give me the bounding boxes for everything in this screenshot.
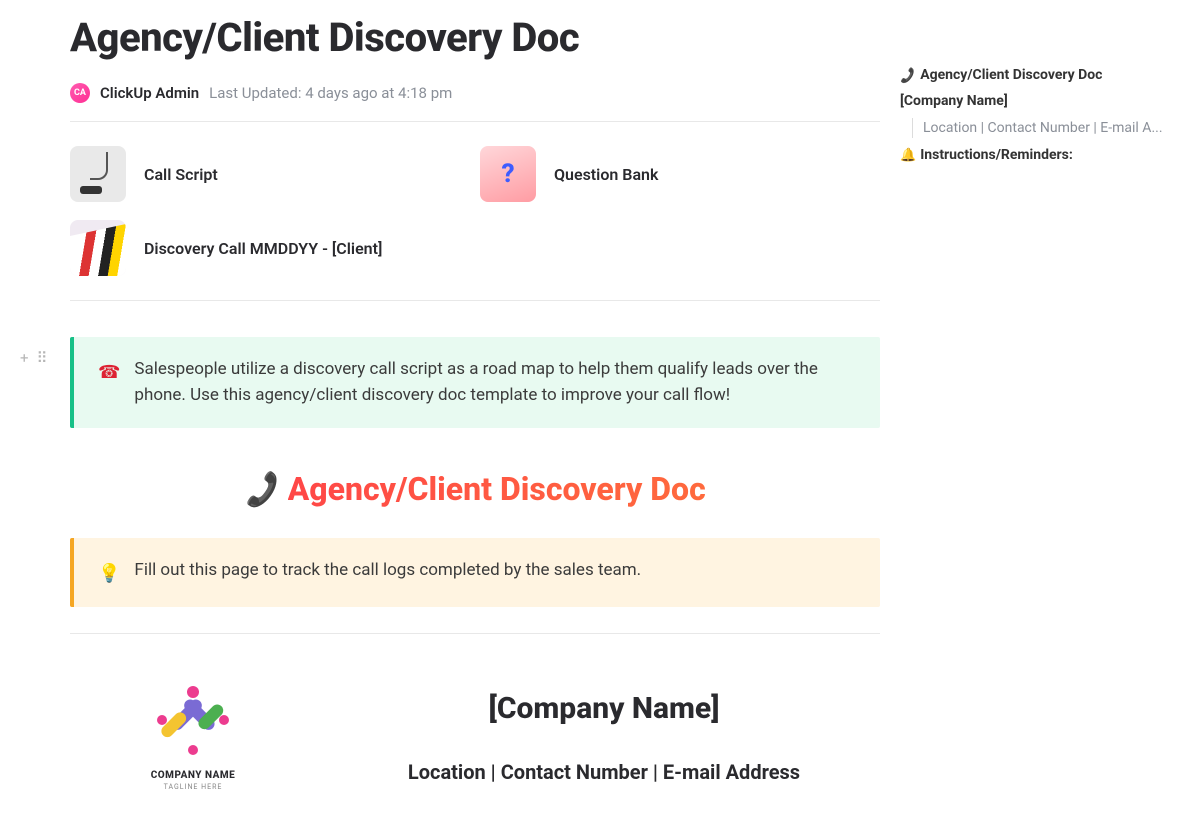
doc-heading-text: Agency/Client Discovery Doc — [288, 470, 706, 508]
bell-icon: 🔔 — [900, 148, 916, 163]
author-avatar[interactable]: CA — [70, 83, 90, 103]
divider — [70, 300, 880, 301]
drag-handle[interactable]: ⠿ — [37, 349, 48, 367]
toc-item-doc[interactable]: 📞 Agency/Client Discovery Doc — [900, 62, 1170, 88]
toc-subitem-contact[interactable]: Location | Contact Number | E-mail A... — [912, 118, 1170, 138]
card-label: Discovery Call MMDDYY - [Client] — [144, 239, 382, 258]
card-thumb — [70, 220, 126, 276]
callout-text: Salespeople utilize a discovery call scr… — [134, 357, 856, 408]
phone-icon: 📞 — [242, 468, 283, 511]
subpage-cards: Call Script ? Question Bank Discovery Ca… — [70, 146, 880, 276]
logo-mark-icon — [148, 684, 238, 764]
card-label: Call Script — [144, 165, 218, 184]
page-title: Agency/Client Discovery Doc — [70, 14, 880, 61]
toc-label: [Company Name] — [900, 93, 1008, 109]
company-contact-line[interactable]: Location | Contact Number | E-mail Addre… — [328, 760, 880, 784]
callout-green[interactable]: ☎ Salespeople utilize a discovery call s… — [70, 337, 880, 428]
card-thumb: ? — [480, 146, 536, 202]
phone-icon: 📞 — [899, 66, 917, 85]
last-updated-label: Last Updated: — [209, 84, 301, 102]
doc-heading[interactable]: 📞 Agency/Client Discovery Doc — [70, 470, 880, 508]
last-updated-value: 4 days ago at 4:18 pm — [301, 84, 452, 102]
lightbulb-icon: 💡 — [98, 560, 120, 587]
block-gutter: + ⠿ — [20, 349, 48, 367]
card-discovery-call[interactable]: Discovery Call MMDDYY - [Client] — [70, 220, 570, 276]
outline-sidebar: 📞 Agency/Client Discovery Doc [Company N… — [880, 0, 1180, 791]
toc-item-company[interactable]: [Company Name] — [900, 88, 1170, 114]
phone-classic-icon: ☎ — [98, 359, 120, 408]
company-section: COMPANY NAME TAGLINE HERE [Company Name]… — [70, 684, 880, 791]
divider — [70, 633, 880, 634]
card-thumb — [70, 146, 126, 202]
add-block-button[interactable]: + — [20, 349, 29, 367]
company-name-heading[interactable]: [Company Name] — [328, 691, 880, 726]
toc-label: Instructions/Reminders: — [920, 147, 1073, 163]
toc-label: Agency/Client Discovery Doc — [920, 67, 1102, 83]
author-name[interactable]: ClickUp Admin — [100, 84, 199, 102]
logo-tagline: TAGLINE HERE — [98, 783, 288, 791]
divider — [70, 121, 880, 122]
callout-text: Fill out this page to track the call log… — [134, 558, 641, 587]
logo-company-name: COMPANY NAME — [98, 770, 288, 781]
card-label: Question Bank — [554, 165, 658, 184]
card-question-bank[interactable]: ? Question Bank — [480, 146, 840, 202]
company-logo: COMPANY NAME TAGLINE HERE — [98, 684, 288, 791]
callout-yellow[interactable]: 💡 Fill out this page to track the call l… — [70, 538, 880, 607]
toc-item-instructions[interactable]: 🔔 Instructions/Reminders: — [900, 142, 1170, 168]
card-call-script[interactable]: Call Script — [70, 146, 430, 202]
last-updated: Last Updated: 4 days ago at 4:18 pm — [209, 84, 452, 102]
